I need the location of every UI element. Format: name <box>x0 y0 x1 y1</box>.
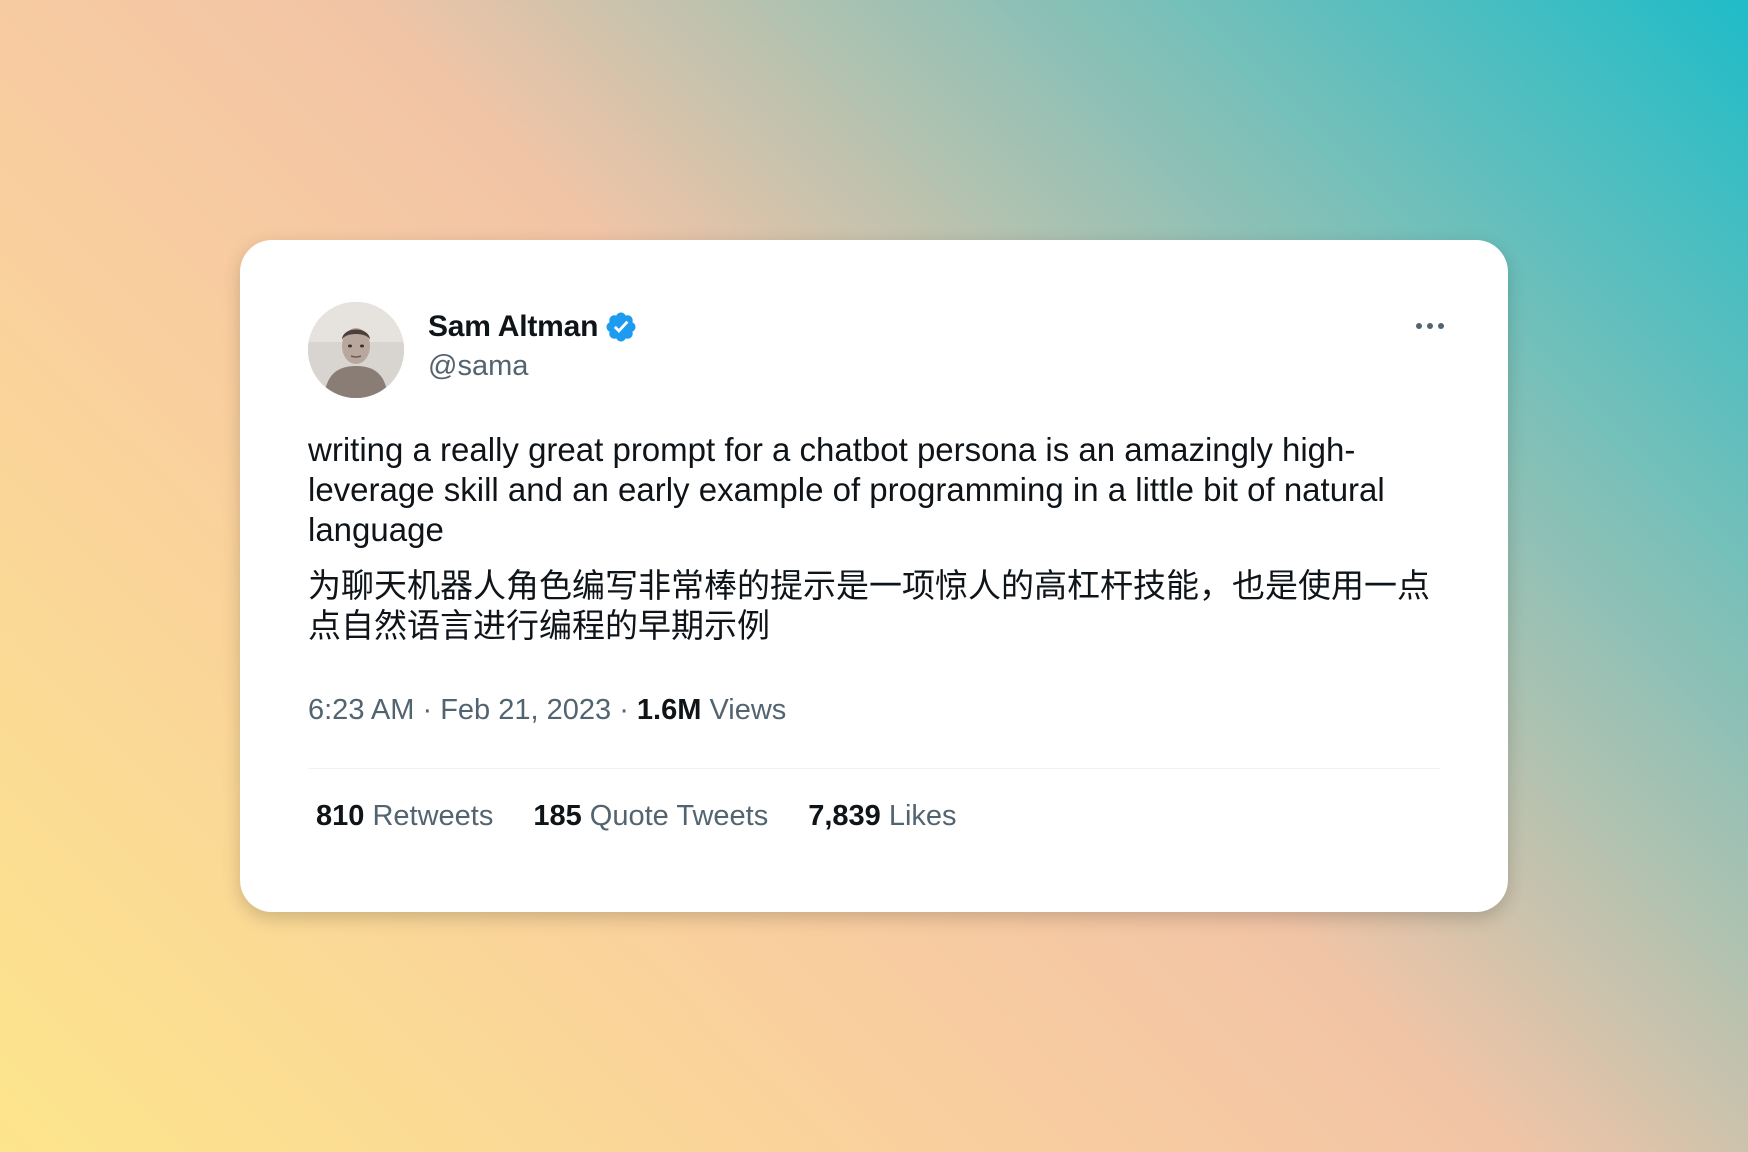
tweet-time[interactable]: 6:23 AM <box>308 694 414 726</box>
quote-tweets-count: 185 <box>533 800 582 832</box>
more-horizontal-icon <box>1438 323 1444 329</box>
tweet-text-chinese: 为聊天机器人角色编写非常棒的提示是一项惊人的高杠杆技能，也是使用一点点自然语言进… <box>308 566 1430 645</box>
likes-label: Likes <box>888 800 957 832</box>
retweets-count: 810 <box>316 800 365 832</box>
likes-count: 7,839 <box>808 800 881 832</box>
tweet-meta: 6:23 AM · Feb 21, 2023 · 1.6M Views <box>308 694 786 727</box>
author-display-name[interactable]: Sam Altman <box>428 310 598 344</box>
tweet-card: Sam Altman @sama writing a really great … <box>240 240 1508 912</box>
author-handle[interactable]: @sama <box>428 350 528 383</box>
tweet-text-english: writing a really great prompt for a chat… <box>308 431 1385 548</box>
more-horizontal-icon <box>1427 323 1433 329</box>
verified-badge-icon <box>606 312 636 342</box>
quote-tweets-label: Quote Tweets <box>589 800 769 832</box>
retweets-label: Retweets <box>372 800 494 832</box>
views-label: Views <box>709 694 787 726</box>
tweet-date[interactable]: Feb 21, 2023 <box>440 694 611 726</box>
views-count: 1.6M <box>636 694 702 726</box>
meta-separator: · <box>619 694 629 726</box>
retweets-stat[interactable]: 810 Retweets <box>316 800 493 833</box>
more-horizontal-icon <box>1416 323 1422 329</box>
meta-separator: · <box>422 694 433 726</box>
author-name-row: Sam Altman <box>428 310 638 344</box>
tweet-stats: 810 Retweets 185 Quote Tweets 7,839 Like… <box>316 800 957 833</box>
divider <box>308 768 1440 769</box>
quote-tweets-stat[interactable]: 185 Quote Tweets <box>533 800 768 833</box>
more-options-button[interactable] <box>1410 316 1450 336</box>
avatar[interactable] <box>308 302 404 398</box>
likes-stat[interactable]: 7,839 Likes <box>808 800 956 833</box>
